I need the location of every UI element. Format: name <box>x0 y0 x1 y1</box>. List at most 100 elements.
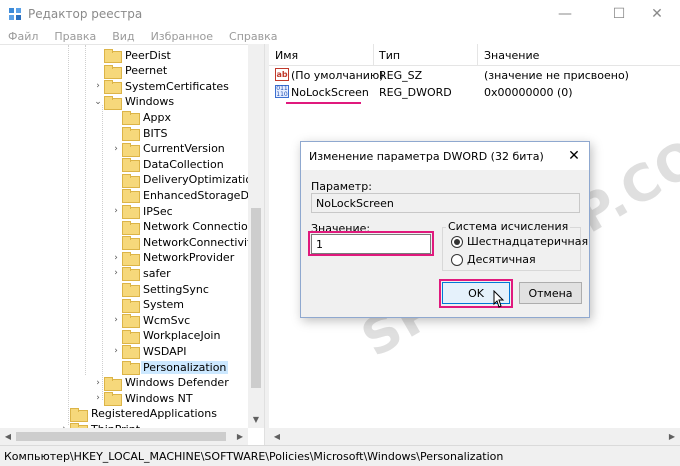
close-icon[interactable]: ✕ <box>634 0 680 28</box>
tree-item[interactable]: BITS <box>110 125 170 141</box>
tree-item[interactable]: › IPSec <box>110 203 175 219</box>
tree-item[interactable]: ›ThinPrint <box>58 421 142 428</box>
tree-item[interactable]: DeliveryOptimization <box>110 172 261 188</box>
expand-chevron-icon[interactable]: › <box>110 203 122 219</box>
tree-item[interactable]: › Windows Defender <box>92 375 231 391</box>
value-type: REG_SZ <box>379 69 423 82</box>
tree-item[interactable]: › CurrentVersion <box>110 141 227 157</box>
scroll-down-arrow-icon[interactable]: ▼ <box>248 412 264 428</box>
tree-item[interactable]: Personalization <box>110 359 229 375</box>
tree-scroll-thumb[interactable] <box>251 208 261 388</box>
expand-chevron-icon <box>92 63 104 79</box>
tree-hscroll-thumb[interactable] <box>16 432 226 441</box>
tree-item[interactable]: › WcmSvc <box>110 312 192 329</box>
column-type-header[interactable]: Тип <box>379 49 400 62</box>
expand-chevron-icon[interactable]: › <box>92 375 104 391</box>
expand-chevron-icon[interactable]: › <box>92 390 104 406</box>
radio-dec-label: Десятичная <box>467 253 536 266</box>
registry-app-icon <box>9 8 21 20</box>
folder-icon <box>122 298 140 313</box>
expand-chevron-icon[interactable]: › <box>58 421 70 428</box>
radio-dec[interactable]: Десятичная <box>451 253 536 266</box>
radio-dec-dot[interactable] <box>451 253 463 266</box>
tree-item[interactable]: › WSDAPI <box>110 343 189 360</box>
folder-icon <box>122 345 140 360</box>
tree-item-label: Windows NT <box>125 391 193 405</box>
scroll-right-arrow-icon[interactable]: ▶ <box>232 428 248 445</box>
collapse-chevron-icon[interactable]: ⌄ <box>92 94 104 110</box>
scroll-right-arrow-icon[interactable]: ▶ <box>664 428 680 445</box>
column-value-header[interactable]: Значение <box>484 49 539 62</box>
tree-item-label: CurrentVersion <box>143 142 225 156</box>
tree-vertical-scrollbar[interactable]: ▼ <box>248 44 264 428</box>
folder-icon <box>122 173 140 188</box>
expand-chevron-icon[interactable]: › <box>110 343 122 359</box>
list-header: Имя Тип Значение <box>269 44 680 66</box>
tree-item[interactable]: PeerDist <box>92 47 173 63</box>
folder-icon <box>104 95 122 110</box>
expand-chevron-icon <box>110 125 122 141</box>
expand-chevron-icon[interactable]: › <box>110 250 122 266</box>
radio-hex-dot[interactable] <box>451 235 463 248</box>
tree-item[interactable]: SettingSync <box>110 281 211 297</box>
expand-chevron-icon <box>110 281 122 297</box>
list-row-nolockscreen[interactable]: 011 110 NoLockScreen REG_DWORD 0x00000000… <box>269 84 680 104</box>
column-divider[interactable] <box>373 44 374 66</box>
value-name: NoLockScreen <box>291 86 369 99</box>
tree-item[interactable]: › Windows NT <box>92 390 195 407</box>
column-divider[interactable] <box>477 44 478 66</box>
folder-icon <box>122 127 140 141</box>
dialog-title: Изменение параметра DWORD (32 бита) <box>309 150 544 163</box>
list-row-default[interactable]: ab (По умолчанию) REG_SZ (значение не пр… <box>269 67 680 84</box>
expand-chevron-icon[interactable]: › <box>92 78 104 94</box>
value-input[interactable]: 1 <box>311 234 431 254</box>
tree-item[interactable]: Peernet <box>92 63 169 79</box>
tree-item-label: SettingSync <box>143 282 209 296</box>
expand-chevron-icon[interactable]: › <box>110 312 122 328</box>
expand-chevron-icon <box>110 187 122 203</box>
tree-item[interactable]: System <box>110 297 186 313</box>
tree-item[interactable]: NetworkConnectivitySta <box>110 234 264 251</box>
folder-icon <box>70 407 88 422</box>
param-label: Параметр: <box>311 180 372 193</box>
tree-item-label: WorkplaceJoin <box>143 329 221 343</box>
tree-horizontal-scrollbar[interactable]: ◀ ▶ <box>0 428 248 445</box>
scroll-left-arrow-icon[interactable]: ◀ <box>269 428 285 445</box>
tree-item[interactable]: › safer <box>110 265 173 282</box>
radio-hex[interactable]: Шестнадцатеричная <box>451 235 588 248</box>
dialog-close-icon[interactable]: ✕ <box>563 146 585 166</box>
tree-item[interactable]: WorkplaceJoin <box>110 328 222 344</box>
binary-value-icon: 011 110 <box>275 85 289 98</box>
tree-item[interactable]: EnhancedStorageDevice <box>110 187 264 204</box>
tree-item-label: WSDAPI <box>143 344 187 358</box>
expand-chevron-icon <box>110 359 122 375</box>
tree-item[interactable]: Appx <box>110 109 173 126</box>
tree-item-label: PeerDist <box>125 48 171 62</box>
scroll-left-arrow-icon[interactable]: ◀ <box>0 428 16 445</box>
tree-item[interactable]: › NetworkProvider <box>110 250 236 266</box>
expand-chevron-icon <box>92 47 104 63</box>
value-data: 0x00000000 (0) <box>484 86 573 99</box>
tree-item-label: DeliveryOptimization <box>143 173 260 187</box>
expand-chevron-icon[interactable]: › <box>110 141 122 157</box>
tree-item-label: DataCollection <box>143 157 224 171</box>
tree-item[interactable]: RegisteredApplications <box>58 406 219 422</box>
cancel-button[interactable]: Отмена <box>519 282 582 304</box>
tree-item[interactable]: Network Connections <box>110 219 262 235</box>
tree-item[interactable]: ⌄ Windows <box>92 94 176 110</box>
tree-item[interactable]: › SystemCertificates <box>92 78 231 95</box>
registry-tree[interactable]: PeerDist Peernet › SystemCertificates ⌄ Windo… <box>0 44 264 428</box>
expand-chevron-icon[interactable]: › <box>110 265 122 281</box>
window-title: Редактор реестра <box>28 7 143 21</box>
column-name-header[interactable]: Имя <box>275 49 298 62</box>
minimize-icon[interactable]: — <box>542 0 588 28</box>
dialog-title-bar: Изменение параметра DWORD (32 бита) ✕ <box>301 142 589 170</box>
tree-item[interactable]: DataCollection <box>110 156 226 173</box>
highlight-underline <box>286 102 361 104</box>
expand-chevron-icon <box>110 234 122 250</box>
expand-chevron-icon <box>110 156 122 172</box>
folder-icon <box>122 251 140 266</box>
status-bar: Компьютер\HKEY_LOCAL_MACHINE\SOFTWARE\Po… <box>0 445 680 466</box>
tree-guide-line <box>102 105 103 400</box>
list-horizontal-scrollbar[interactable]: ◀ ▶ <box>269 428 680 445</box>
